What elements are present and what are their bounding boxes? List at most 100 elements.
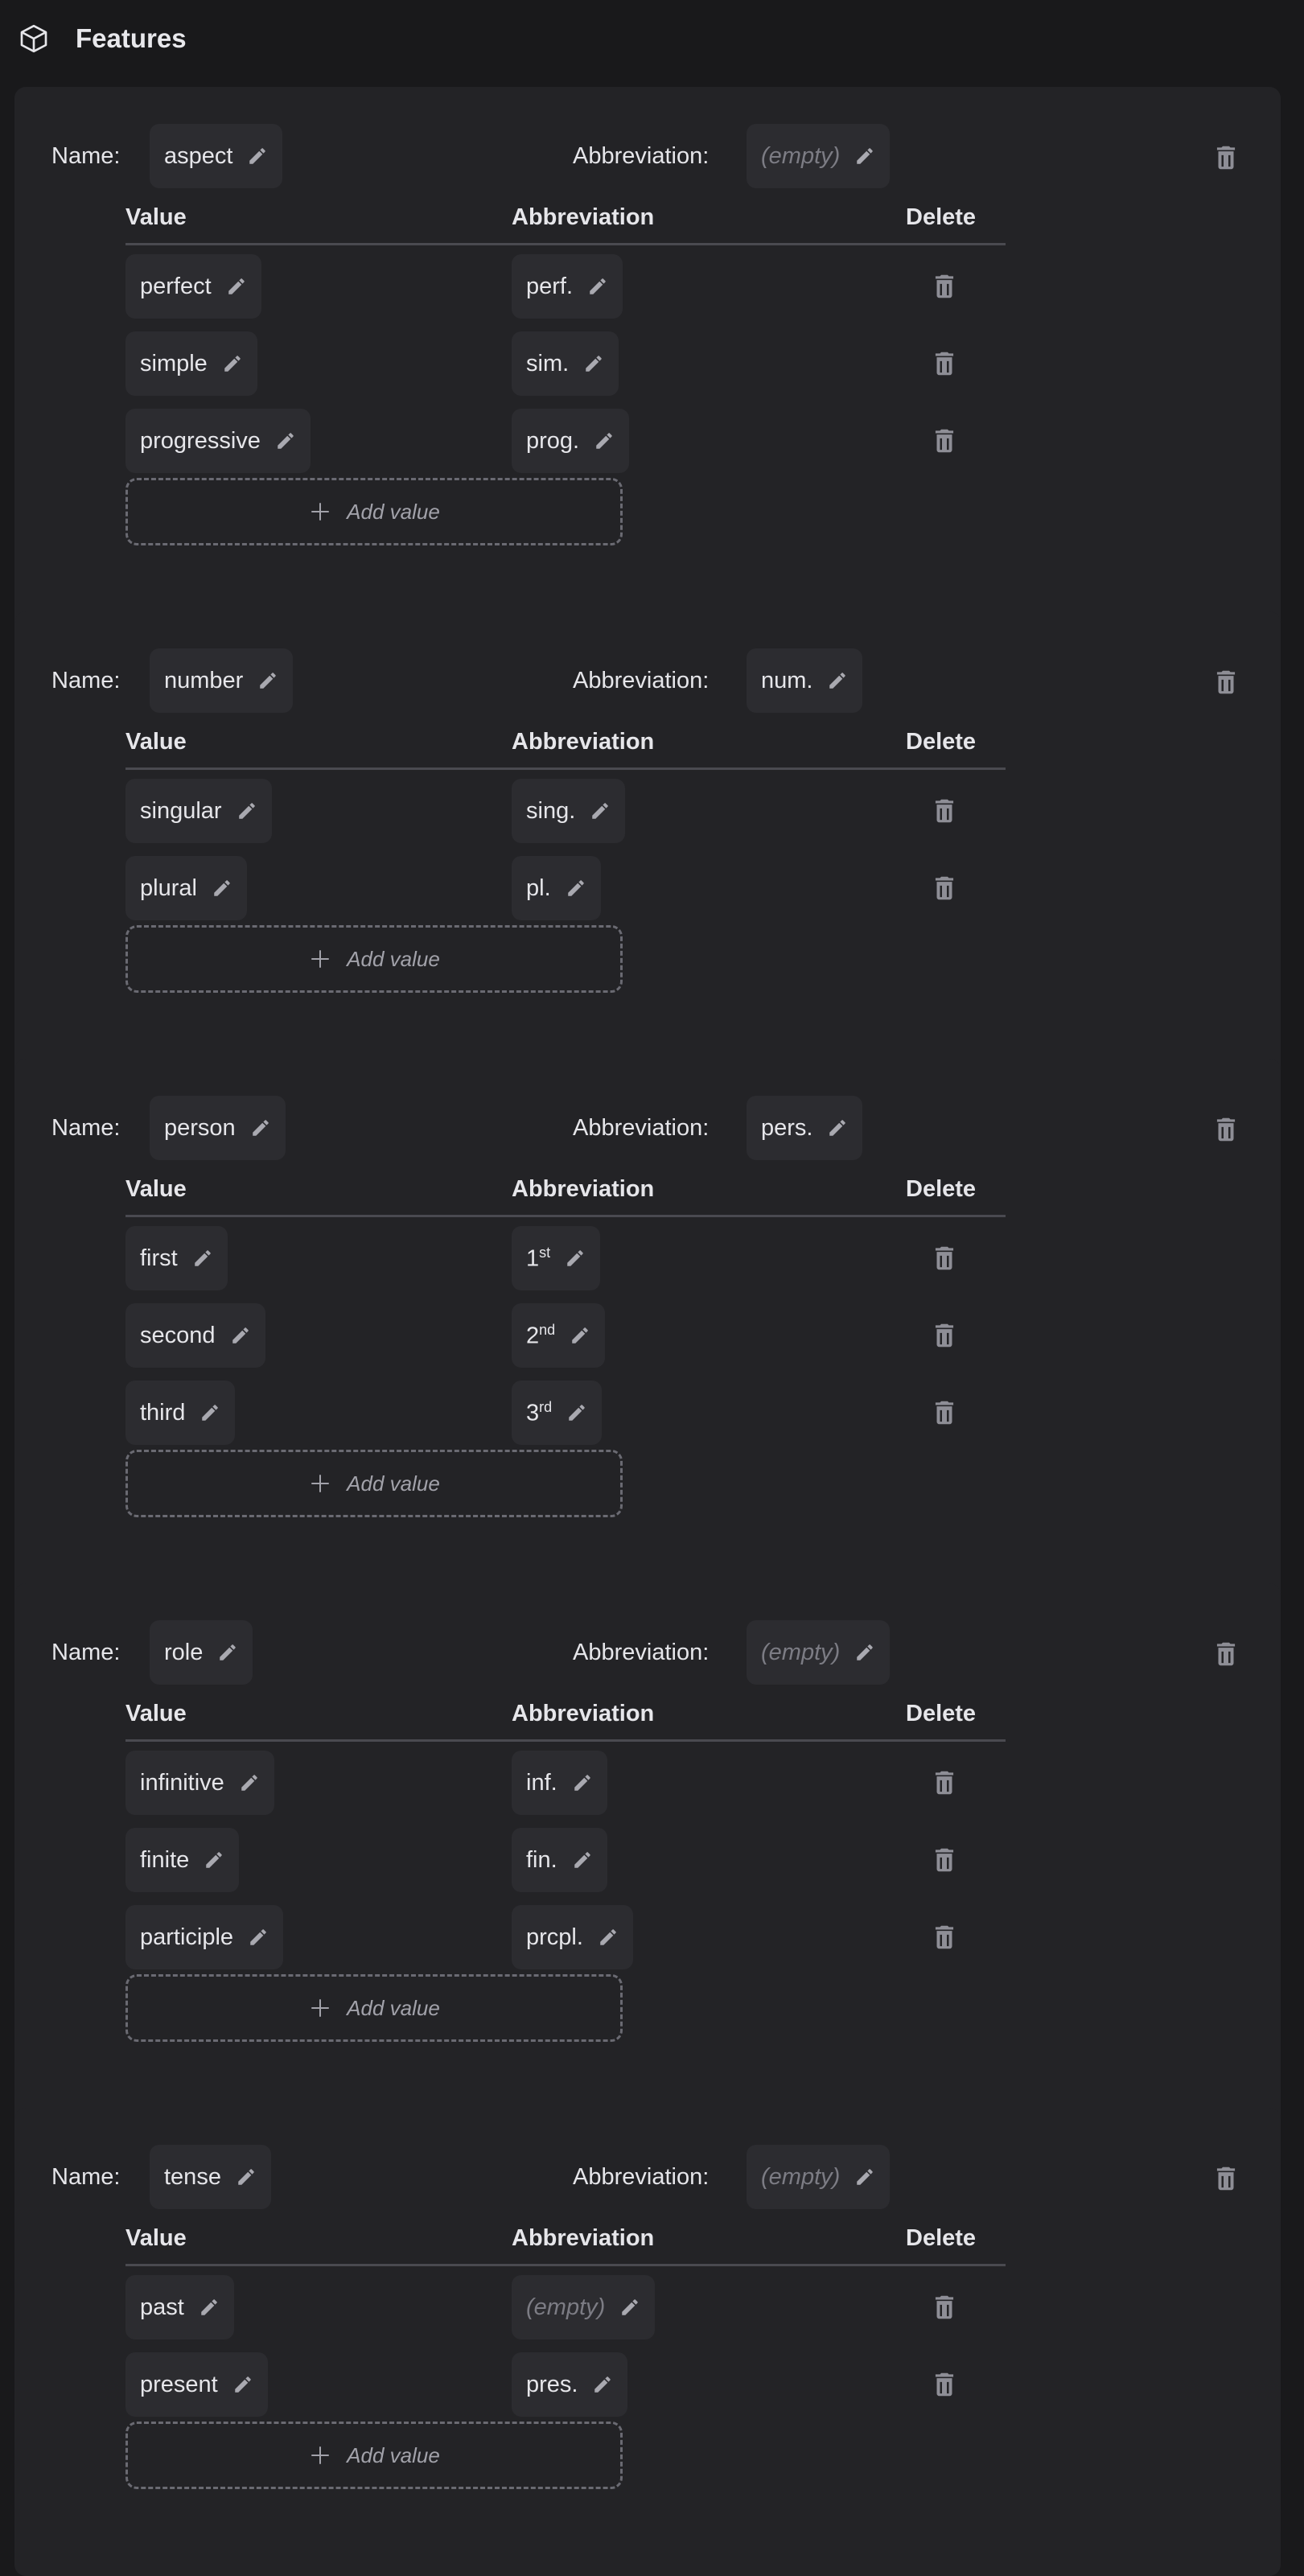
delete-feature-button[interactable] [1208, 1635, 1244, 1673]
add-value-button[interactable]: Add value [125, 2422, 623, 2489]
value-abbreviation-field[interactable]: sing. [512, 779, 626, 843]
pencil-icon[interactable] [583, 353, 604, 374]
pencil-icon[interactable] [217, 1642, 238, 1663]
pencil-icon[interactable] [572, 1772, 593, 1793]
value-name-field[interactable]: present [125, 2352, 268, 2417]
feature-abbreviation-field[interactable]: (empty) [747, 1620, 891, 1685]
pencil-icon[interactable] [232, 2374, 253, 2395]
plus-icon [308, 2443, 332, 2467]
pencil-icon[interactable] [566, 878, 586, 899]
pencil-icon[interactable] [204, 1850, 224, 1870]
delete-value-button[interactable] [927, 792, 962, 830]
abbreviation-label: Abbreviation: [573, 1115, 710, 1141]
value-abbreviation-field[interactable]: 1st [512, 1226, 601, 1290]
feature-abbreviation-field-text: (empty) [761, 142, 841, 169]
feature-name-field[interactable]: person [150, 1096, 286, 1160]
delete-feature-button[interactable] [1208, 138, 1244, 177]
pencil-icon[interactable] [199, 2297, 220, 2318]
value-name-field[interactable]: singular [125, 779, 272, 843]
pencil-icon[interactable] [257, 670, 278, 691]
value-name-field[interactable]: second [125, 1303, 265, 1368]
feature-name-field[interactable]: role [150, 1620, 253, 1685]
value-name-field[interactable]: simple [125, 331, 257, 396]
pencil-icon[interactable] [222, 353, 243, 374]
pencil-icon[interactable] [212, 878, 232, 899]
value-abbreviation-field[interactable]: pres. [512, 2352, 628, 2417]
feature-name-field[interactable]: tense [150, 2145, 271, 2209]
pencil-icon[interactable] [570, 1325, 590, 1346]
pencil-icon[interactable] [854, 1642, 875, 1663]
feature-name-field[interactable]: aspect [150, 124, 283, 188]
delete-value-button[interactable] [927, 1841, 962, 1879]
value-abbreviation-field[interactable]: inf. [512, 1751, 607, 1815]
pencil-icon[interactable] [247, 146, 268, 167]
delete-value-button[interactable] [927, 1918, 962, 1957]
pencil-icon[interactable] [854, 2167, 875, 2187]
value-abbreviation-field[interactable]: 2nd [512, 1303, 606, 1368]
value-name-field[interactable]: past [125, 2275, 234, 2339]
delete-value-button[interactable] [927, 869, 962, 907]
feature-abbreviation-field[interactable]: pers. [747, 1096, 863, 1160]
pencil-icon[interactable] [827, 670, 848, 691]
feature-name-field[interactable]: number [150, 648, 294, 713]
value-abbreviation-field[interactable]: (empty) [512, 2275, 656, 2339]
delete-feature-button[interactable] [1208, 2159, 1244, 2198]
add-value-button[interactable]: Add value [125, 925, 623, 993]
pencil-icon[interactable] [572, 1850, 593, 1870]
value-abbreviation-field[interactable]: prcpl. [512, 1905, 633, 1969]
delete-value-button[interactable] [927, 267, 962, 306]
pencil-icon[interactable] [592, 2374, 613, 2395]
delete-value-button[interactable] [927, 1763, 962, 1802]
value-abbreviation-field[interactable]: prog. [512, 409, 630, 473]
pencil-icon[interactable] [200, 1402, 220, 1423]
value-name-field[interactable]: finite [125, 1828, 240, 1892]
value-name-field[interactable]: third [125, 1381, 236, 1445]
value-name-field[interactable]: participle [125, 1905, 284, 1969]
pencil-icon[interactable] [854, 146, 875, 167]
value-name-field[interactable]: infinitive [125, 1751, 274, 1815]
pencil-icon[interactable] [230, 1325, 251, 1346]
pencil-icon[interactable] [594, 430, 615, 451]
pencil-icon[interactable] [827, 1117, 848, 1138]
delete-value-button[interactable] [927, 2365, 962, 2404]
pencil-icon[interactable] [590, 800, 611, 821]
value-abbreviation-field[interactable]: 3rd [512, 1381, 603, 1445]
value-name-field[interactable]: plural [125, 856, 247, 920]
value-abbreviation-field[interactable]: pl. [512, 856, 601, 920]
delete-feature-button[interactable] [1208, 1110, 1244, 1149]
pencil-icon[interactable] [226, 276, 247, 297]
add-value-button[interactable]: Add value [125, 478, 623, 545]
pencil-icon[interactable] [619, 2297, 640, 2318]
value-abbreviation-field[interactable]: perf. [512, 254, 623, 319]
feature-abbreviation-field[interactable]: (empty) [747, 2145, 891, 2209]
delete-value-button[interactable] [927, 2288, 962, 2327]
pencil-icon[interactable] [239, 1772, 260, 1793]
feature-abbreviation-field[interactable]: num. [747, 648, 863, 713]
value-name-field[interactable]: perfect [125, 254, 261, 319]
value-name-field[interactable]: progressive [125, 409, 311, 473]
pencil-icon[interactable] [192, 1248, 213, 1269]
delete-value-button[interactable] [927, 1239, 962, 1278]
delete-feature-button[interactable] [1208, 663, 1244, 702]
pencil-icon[interactable] [598, 1927, 619, 1948]
value-abbreviation-field[interactable]: fin. [512, 1828, 607, 1892]
pencil-icon[interactable] [248, 1927, 269, 1948]
pencil-icon[interactable] [587, 276, 608, 297]
value-name-field-text: finite [140, 1846, 190, 1873]
pencil-icon[interactable] [236, 2167, 257, 2187]
pencil-icon[interactable] [250, 1117, 271, 1138]
value-name-field[interactable]: first [125, 1226, 228, 1290]
pencil-icon[interactable] [566, 1402, 587, 1423]
pencil-icon[interactable] [275, 430, 296, 451]
pencil-icon[interactable] [565, 1248, 586, 1269]
feature-abbreviation-field[interactable]: (empty) [747, 124, 891, 188]
add-value-button[interactable]: Add value [125, 1974, 623, 2042]
add-value-button[interactable]: Add value [125, 1450, 623, 1517]
delete-value-button[interactable] [927, 1316, 962, 1355]
value-abbreviation-field[interactable]: sim. [512, 331, 619, 396]
delete-value-button[interactable] [927, 1393, 962, 1432]
delete-value-button[interactable] [927, 422, 962, 460]
feature-name-field-text: tense [164, 2163, 221, 2190]
delete-value-button[interactable] [927, 344, 962, 383]
pencil-icon[interactable] [237, 800, 257, 821]
